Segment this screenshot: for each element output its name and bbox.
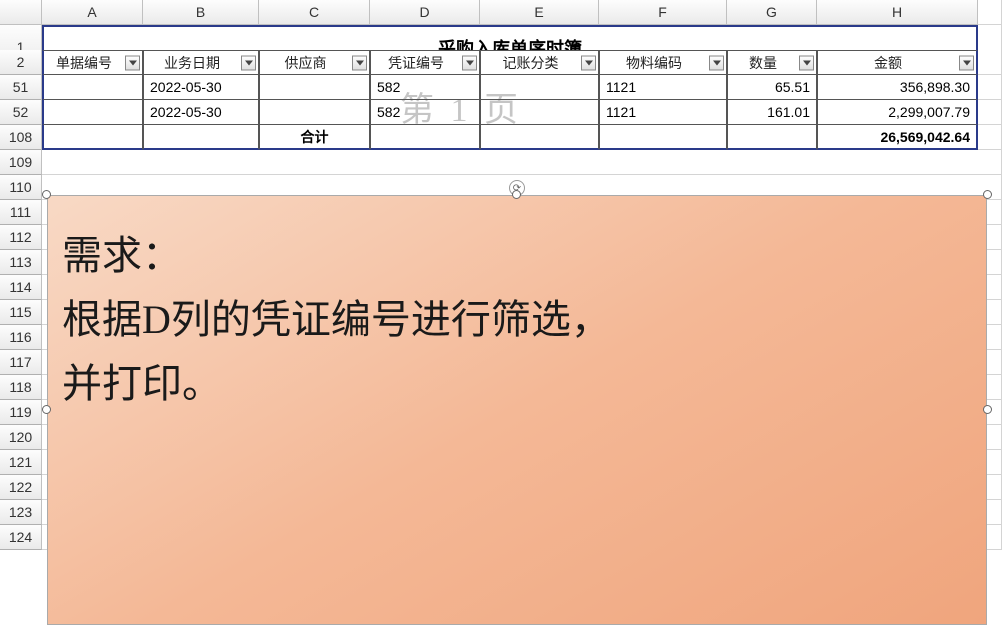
cell-total-amount[interactable]: 26,569,042.64	[817, 125, 978, 150]
row-header-112[interactable]: 112	[0, 225, 42, 250]
cell-docno[interactable]	[42, 75, 143, 100]
filter-dropdown-icon[interactable]	[959, 55, 974, 70]
cell-material[interactable]: 1121	[599, 75, 727, 100]
filter-header-supplier: 供应商	[259, 50, 370, 75]
row-header-114[interactable]: 114	[0, 275, 42, 300]
filter-label: 凭证编号	[388, 53, 444, 73]
row-header-51[interactable]: 51	[0, 75, 42, 100]
cell-total-b[interactable]	[143, 125, 259, 150]
col-header-E[interactable]: E	[480, 0, 599, 25]
filter-header-category: 记账分类	[480, 50, 599, 75]
cell-supplier[interactable]	[259, 75, 370, 100]
row-header-52[interactable]: 52	[0, 100, 42, 125]
cell-total-e[interactable]	[480, 125, 599, 150]
row-header-113[interactable]: 113	[0, 250, 42, 275]
cell-blank	[978, 100, 1002, 125]
col-header-H[interactable]: H	[817, 0, 978, 25]
filter-dropdown-icon[interactable]	[462, 55, 477, 70]
filter-header-amount: 金额	[817, 50, 978, 75]
resize-handle-icon[interactable]	[983, 405, 992, 414]
cell-total-a[interactable]	[42, 125, 143, 150]
filter-label: 物料编码	[626, 53, 682, 73]
filter-dropdown-icon[interactable]	[799, 55, 814, 70]
resize-handle-icon[interactable]	[512, 190, 521, 199]
cell-voucher[interactable]: 582	[370, 75, 480, 100]
cell-qty[interactable]: 161.01	[727, 100, 817, 125]
cell-total-d[interactable]	[370, 125, 480, 150]
cell-docno[interactable]	[42, 100, 143, 125]
textbox-shape[interactable]: ⟳ 需求： 根据D列的凭证编号进行筛选， 并打印。	[47, 195, 987, 625]
row-header-2[interactable]: 2	[0, 50, 42, 75]
row-header-123[interactable]: 123	[0, 500, 42, 525]
row-header-121[interactable]: 121	[0, 450, 42, 475]
cell-total-label[interactable]: 合计	[259, 125, 370, 150]
req-line-3: 并打印。	[62, 352, 972, 416]
filter-header-date: 业务日期	[143, 50, 259, 75]
filter-header-qty: 数量	[727, 50, 817, 75]
cell-blank	[978, 75, 1002, 100]
select-all-corner[interactable]	[0, 0, 42, 25]
filter-dropdown-icon[interactable]	[125, 55, 140, 70]
resize-handle-icon[interactable]	[42, 405, 51, 414]
col-header-extra	[978, 0, 1002, 25]
cell-category[interactable]	[480, 75, 599, 100]
filter-header-voucher: 凭证编号	[370, 50, 480, 75]
req-line-2: 根据D列的凭证编号进行筛选，	[62, 288, 972, 352]
col-header-B[interactable]: B	[143, 0, 259, 25]
textbox-content[interactable]: 需求： 根据D列的凭证编号进行筛选， 并打印。	[47, 195, 987, 625]
req-line-1: 需求：	[62, 224, 972, 288]
cell-date[interactable]: 2022-05-30	[143, 100, 259, 125]
filter-label: 记账分类	[503, 53, 559, 73]
resize-handle-icon[interactable]	[42, 190, 51, 199]
cell-total-g[interactable]	[727, 125, 817, 150]
row-header-109[interactable]: 109	[0, 150, 42, 175]
row-header-111[interactable]: 111	[0, 200, 42, 225]
col-header-F[interactable]: F	[599, 0, 727, 25]
filter-dropdown-icon[interactable]	[241, 55, 256, 70]
row-header-124[interactable]: 124	[0, 525, 42, 550]
filter-label: 数量	[749, 53, 777, 73]
row-header-122[interactable]: 122	[0, 475, 42, 500]
filter-dropdown-icon[interactable]	[709, 55, 724, 70]
cell-voucher[interactable]: 582	[370, 100, 480, 125]
cell-date[interactable]: 2022-05-30	[143, 75, 259, 100]
row-header-108[interactable]: 108	[0, 125, 42, 150]
cell-supplier[interactable]	[259, 100, 370, 125]
cell-blank	[978, 50, 1002, 75]
filter-dropdown-icon[interactable]	[352, 55, 367, 70]
row-header-118[interactable]: 118	[0, 375, 42, 400]
cell-qty[interactable]: 65.51	[727, 75, 817, 100]
row-blank[interactable]	[42, 150, 1002, 175]
filter-header-material: 物料编码	[599, 50, 727, 75]
cell-category[interactable]	[480, 100, 599, 125]
filter-header-docno: 单据编号	[42, 50, 143, 75]
cell-material[interactable]: 1121	[599, 100, 727, 125]
cell-total-f[interactable]	[599, 125, 727, 150]
row-header-120[interactable]: 120	[0, 425, 42, 450]
filter-label: 金额	[874, 53, 902, 73]
row-header-115[interactable]: 115	[0, 300, 42, 325]
cell-amount[interactable]: 356,898.30	[817, 75, 978, 100]
filter-label: 单据编号	[56, 53, 112, 73]
cell-blank	[978, 125, 1002, 150]
col-header-C[interactable]: C	[259, 0, 370, 25]
filter-label: 业务日期	[164, 53, 220, 73]
col-header-G[interactable]: G	[727, 0, 817, 25]
cell-amount[interactable]: 2,299,007.79	[817, 100, 978, 125]
filter-dropdown-icon[interactable]	[581, 55, 596, 70]
row-header-117[interactable]: 117	[0, 350, 42, 375]
row-header-116[interactable]: 116	[0, 325, 42, 350]
resize-handle-icon[interactable]	[983, 190, 992, 199]
row-header-110[interactable]: 110	[0, 175, 42, 200]
filter-label: 供应商	[285, 53, 327, 73]
col-header-A[interactable]: A	[42, 0, 143, 25]
col-header-D[interactable]: D	[370, 0, 480, 25]
row-header-119[interactable]: 119	[0, 400, 42, 425]
